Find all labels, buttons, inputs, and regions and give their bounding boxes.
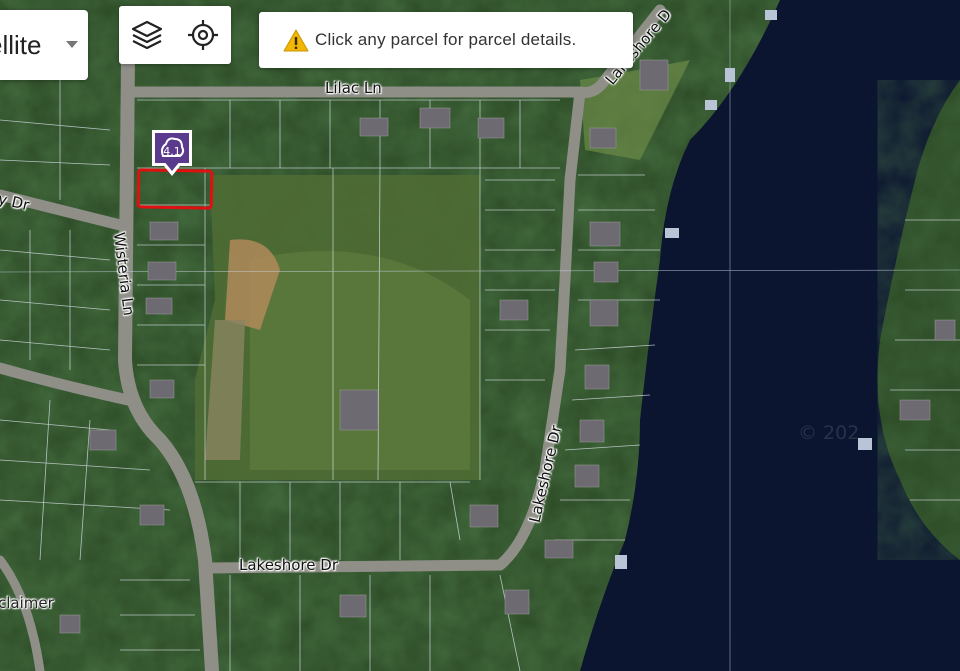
map-watermark: © 202	[798, 422, 860, 444]
map-tools	[119, 6, 231, 64]
layers-icon	[131, 20, 163, 50]
parcel-notice: Click any parcel for parcel details.	[259, 12, 633, 68]
warning-icon	[283, 29, 309, 52]
locate-button[interactable]	[181, 13, 225, 57]
map-type-label: ellite	[0, 29, 42, 60]
satellite-map[interactable]	[0, 0, 960, 671]
road-label-lakeshore-bottom: Lakeshore Dr	[239, 556, 338, 574]
notice-text: Click any parcel for parcel details.	[315, 30, 577, 49]
chevron-down-icon	[66, 41, 78, 48]
road-label-disclaimer: claimer	[0, 594, 54, 612]
map-type-select[interactable]: ellite	[0, 10, 88, 80]
crosshair-icon	[188, 20, 218, 50]
svg-text:4.1: 4.1	[163, 145, 181, 158]
parcel-pin-icon[interactable]: 4.1	[148, 126, 196, 186]
road-label-lilac: Lilac Ln	[325, 79, 382, 97]
layers-button[interactable]	[125, 13, 169, 57]
